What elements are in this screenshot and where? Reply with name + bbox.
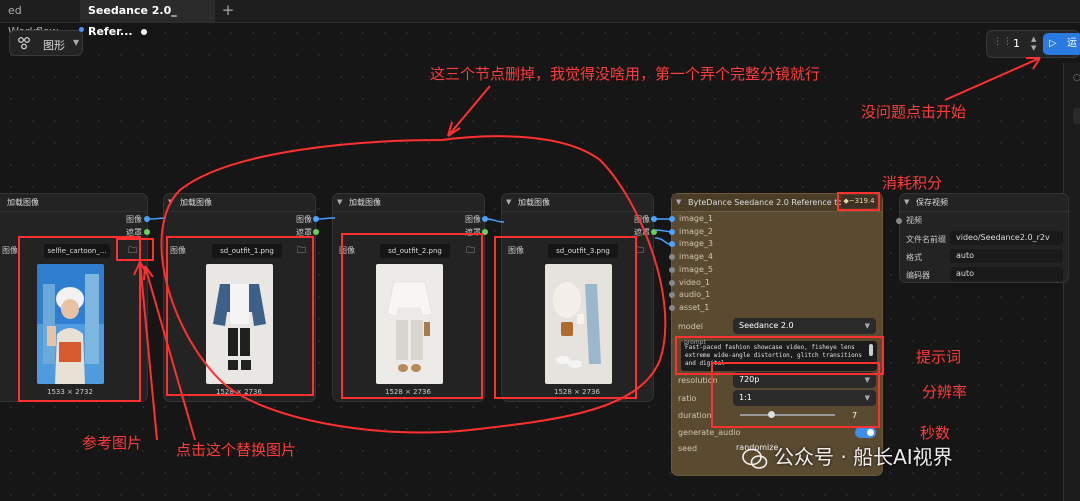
output-port-mask[interactable] bbox=[144, 229, 150, 235]
video-input-label: 视频 bbox=[906, 216, 922, 225]
output-image-label: 图像 bbox=[126, 215, 142, 224]
run-count-stepper[interactable]: ▲ ▼ bbox=[1031, 35, 1036, 53]
input-label-video_1: video_1 bbox=[679, 277, 710, 287]
node-title-text: 加载图像 bbox=[180, 198, 212, 207]
run-button-label: 运 bbox=[1067, 38, 1077, 49]
input-label-audio_1: audio_1 bbox=[679, 290, 711, 300]
input-port-asset_1[interactable] bbox=[669, 304, 675, 311]
chevron-down-icon: ▼ bbox=[506, 198, 512, 206]
codec-select[interactable]: auto bbox=[950, 267, 1063, 281]
output-image-label: 图像 bbox=[634, 215, 650, 224]
annotation-replace: 点击这个替换图片 bbox=[176, 441, 297, 459]
highlight-box bbox=[166, 236, 314, 396]
input-port-video[interactable] bbox=[896, 218, 902, 224]
generate-audio-label: generate_audio bbox=[678, 428, 741, 437]
node-title-text: 保存视频 bbox=[916, 198, 948, 207]
node-title-text: 加载图像 bbox=[349, 198, 381, 207]
codec-label: 编码器 bbox=[906, 271, 930, 280]
chevron-down-icon: ▼ bbox=[904, 198, 910, 206]
model-select[interactable]: Seedance 2.0 ▼ bbox=[733, 318, 876, 334]
drag-handle-icon[interactable]: ⋮⋮ bbox=[993, 38, 1012, 51]
annotation-reference: 参考图片 bbox=[82, 434, 143, 452]
model-label: model bbox=[678, 322, 703, 331]
filename-prefix-input[interactable]: video/Seedance2.0_r2v bbox=[950, 231, 1063, 245]
node-title-text: 加载图像 bbox=[518, 198, 550, 207]
panel-field[interactable] bbox=[1073, 108, 1080, 124]
input-label-image_2: image_2 bbox=[679, 226, 714, 236]
status-dot-icon bbox=[79, 27, 84, 32]
input-label-image_1: image_1 bbox=[679, 214, 714, 223]
panel-icon: ◌ bbox=[1073, 73, 1080, 83]
output-image-label: 图像 bbox=[296, 215, 312, 224]
output-port-mask[interactable] bbox=[651, 229, 657, 235]
format-label: 格式 bbox=[906, 253, 922, 262]
output-port-image[interactable] bbox=[144, 216, 150, 222]
node-title: ▼加载图像 bbox=[0, 194, 147, 212]
model-value: Seedance 2.0 bbox=[739, 321, 794, 330]
nodes-icon bbox=[18, 37, 30, 50]
tab-seedance[interactable]: Seedance 2.0_ Refer... bbox=[80, 0, 215, 38]
tab-bar: ed Workflow Seedance 2.0_ Refer... + bbox=[0, 0, 1080, 56]
duration-label: duration bbox=[678, 411, 712, 420]
play-icon: ▷ bbox=[1049, 38, 1057, 49]
seed-label: seed bbox=[678, 444, 698, 453]
node-title-text: 加载图像 bbox=[7, 198, 39, 207]
input-port-video_1[interactable] bbox=[669, 279, 675, 286]
node-title: ▼ 加载图像 bbox=[164, 194, 315, 212]
image-widget-label: 图像 bbox=[2, 246, 18, 255]
run-button[interactable]: ▷ 运 bbox=[1043, 33, 1080, 55]
annotation-seconds: 秒数 bbox=[920, 424, 951, 442]
graph-mode-button[interactable]: 图形 ▼ bbox=[9, 30, 83, 56]
output-image-label: 图像 bbox=[465, 215, 481, 224]
add-tab-button[interactable]: + bbox=[218, 0, 238, 22]
chevron-down-icon: ▼ bbox=[676, 198, 682, 206]
input-label-image_4: image_4 bbox=[679, 252, 714, 262]
input-label-image_3: image_3 bbox=[679, 239, 714, 249]
format-select[interactable]: auto bbox=[950, 249, 1063, 263]
watermark-text: 公众号 · 船长AI视界 bbox=[774, 445, 953, 469]
annotation-resolution: 分辨率 bbox=[922, 383, 968, 401]
output-port-mask[interactable] bbox=[313, 229, 319, 235]
node-title: ▼ 加载图像 bbox=[333, 194, 484, 212]
watermark: 公众号 · 船长AI视界 bbox=[742, 441, 953, 470]
input-port-image_5[interactable] bbox=[669, 266, 675, 273]
unsaved-dot-icon bbox=[140, 29, 147, 35]
highlight-box bbox=[116, 238, 154, 261]
node-title-text: ByteDance Seedance 2.0 Reference to ... bbox=[688, 198, 853, 207]
filename-prefix-label: 文件名前缀 bbox=[906, 235, 946, 244]
wechat-icon bbox=[742, 448, 768, 469]
highlight-box bbox=[494, 236, 637, 399]
output-port-image[interactable] bbox=[313, 216, 319, 222]
annotation-prompt: 提示词 bbox=[916, 348, 962, 366]
node-title: ▼ 加载图像 bbox=[502, 194, 653, 212]
generate-audio-toggle[interactable] bbox=[855, 427, 876, 438]
annotation-credits: 消耗积分 bbox=[882, 174, 943, 192]
chevron-down-icon: ▼ bbox=[864, 322, 870, 330]
output-port-image[interactable] bbox=[482, 216, 488, 222]
annotation-click-start: 没问题点击开始 bbox=[861, 103, 967, 121]
input-label-image_5: image_5 bbox=[679, 264, 714, 274]
chevron-down-icon: ▼ bbox=[337, 198, 343, 206]
ratio-label: ratio bbox=[678, 394, 697, 403]
highlight-box bbox=[341, 233, 483, 399]
annotation-delete-nodes: 这三个节点删掉，我觉得没啥用，第一个弄个完整分镜就行 bbox=[430, 65, 821, 83]
node-title: ▼ 保存视频 bbox=[900, 194, 1068, 212]
input-label-asset_1: asset_1 bbox=[679, 302, 710, 312]
graph-mode-label: 图形 bbox=[43, 39, 65, 52]
highlight-box bbox=[711, 362, 880, 428]
input-port-image_2[interactable] bbox=[669, 228, 675, 235]
run-controls: ⋮⋮ 1 ▲ ▼ ▷ 运 bbox=[986, 30, 1080, 58]
chevron-down-icon: ▼ bbox=[168, 198, 174, 206]
highlight-box bbox=[837, 192, 880, 211]
output-port-image[interactable] bbox=[651, 216, 657, 222]
chevron-down-icon: ▼ bbox=[73, 38, 80, 47]
tab-workflow[interactable]: ed Workflow bbox=[0, 0, 80, 56]
input-port-image_1[interactable] bbox=[669, 216, 675, 222]
